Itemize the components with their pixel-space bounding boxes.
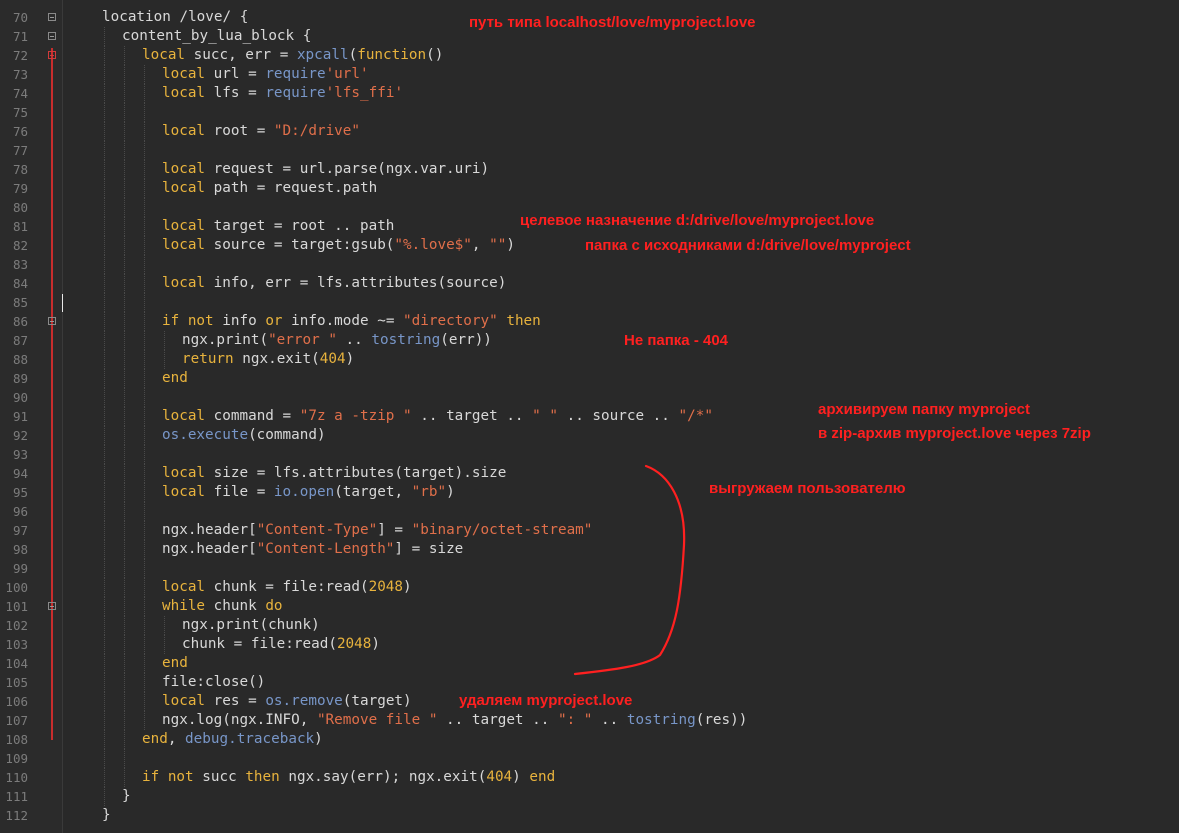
code-editor[interactable]: 70 location /love/ {71 content_by_lua_bloc… <box>0 0 1179 833</box>
handdrawn-bracket <box>573 464 686 676</box>
